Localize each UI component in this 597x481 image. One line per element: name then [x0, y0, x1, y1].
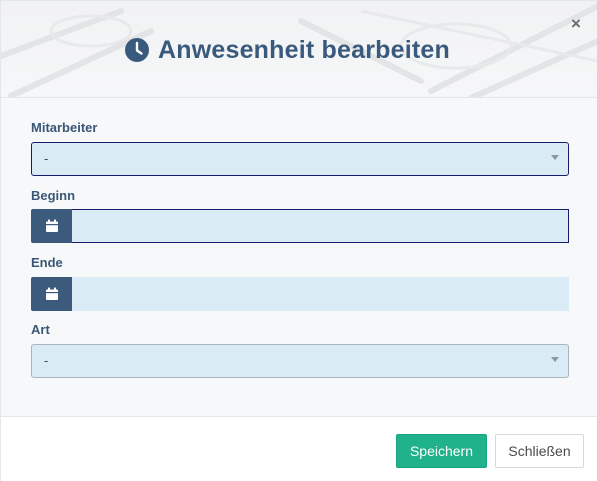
start-datetime-input[interactable] [72, 209, 569, 243]
clock-icon [125, 38, 149, 62]
close-button[interactable]: Schließen [495, 434, 584, 468]
edit-attendance-dialog: Anwesenheit bearbeiten × Mitarbeiter - B… [0, 0, 597, 481]
start-date-group [31, 209, 569, 243]
employee-label: Mitarbeiter [31, 120, 98, 135]
dialog-title: Anwesenheit bearbeiten [124, 34, 450, 66]
save-button[interactable]: Speichern [396, 434, 487, 468]
dialog-footer: Speichern Schließen [1, 417, 597, 481]
end-label: Ende [31, 255, 63, 270]
calendar-icon [45, 287, 58, 300]
chevron-down-icon [551, 357, 559, 362]
start-label: Beginn [31, 188, 76, 203]
employee-select[interactable]: - [31, 142, 569, 176]
dialog-body: Mitarbeiter - Beginn Ende Art - [1, 98, 597, 417]
end-calendar-button[interactable] [31, 277, 72, 311]
employee-select-value: - [44, 151, 49, 166]
calendar-icon [45, 219, 58, 232]
close-icon[interactable]: × [568, 15, 584, 33]
dialog-title-text: Anwesenheit bearbeiten [158, 35, 450, 64]
type-select[interactable]: - [31, 344, 569, 378]
start-calendar-button[interactable] [31, 209, 72, 243]
type-label: Art [31, 322, 50, 337]
end-date-group [31, 277, 569, 311]
chevron-down-icon [551, 155, 559, 160]
end-datetime-input[interactable] [72, 277, 569, 311]
type-select-value: - [44, 353, 49, 368]
dialog-header: Anwesenheit bearbeiten × [1, 1, 597, 98]
